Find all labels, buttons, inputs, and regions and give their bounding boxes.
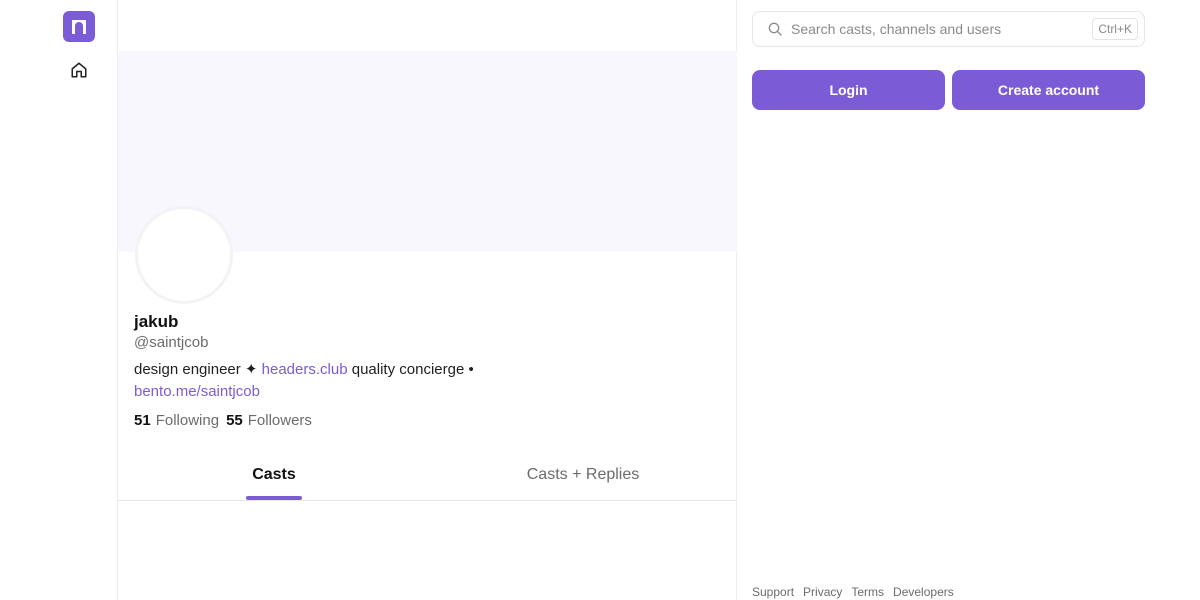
profile-column: jakub @saintjcob design engineer ✦ heade… xyxy=(117,0,737,600)
footer-link-developers[interactable]: Developers xyxy=(893,585,954,599)
footer-link-terms[interactable]: Terms xyxy=(851,585,884,599)
tab-casts-label: Casts xyxy=(252,466,296,483)
profile-tabs: Casts Casts + Replies xyxy=(118,450,737,501)
profile-bio: design engineer ✦ headers.club quality c… xyxy=(134,359,534,403)
followers-label: Followers xyxy=(247,412,312,429)
home-icon[interactable] xyxy=(69,60,89,80)
bio-link-headers-club[interactable]: headers.club xyxy=(262,361,348,378)
avatar[interactable] xyxy=(135,206,233,304)
following-stat[interactable]: 51 Following xyxy=(134,412,219,429)
login-button[interactable]: Login xyxy=(752,70,945,110)
profile-stats: 51 Following 55 Followers xyxy=(134,412,312,429)
top-bar xyxy=(118,0,736,51)
create-account-button[interactable]: Create account xyxy=(952,70,1145,110)
profile-name: jakub xyxy=(134,312,179,331)
search-box[interactable]: Ctrl+K xyxy=(752,11,1145,47)
bio-text-prefix: design engineer ✦ xyxy=(134,361,262,378)
footer-links: Support Privacy Terms Developers xyxy=(752,585,954,599)
tab-casts[interactable]: Casts xyxy=(246,450,302,500)
search-shortcut-badge: Ctrl+K xyxy=(1092,18,1138,40)
following-count: 51 xyxy=(134,412,151,429)
footer-link-privacy[interactable]: Privacy xyxy=(803,585,842,599)
footer-link-support[interactable]: Support xyxy=(752,585,794,599)
search-icon xyxy=(768,22,782,36)
bio-text-middle: quality concierge • xyxy=(347,361,474,378)
bio-link-bento[interactable]: bento.me/saintjcob xyxy=(134,383,260,400)
search-input[interactable] xyxy=(791,18,1091,40)
following-label: Following xyxy=(155,412,220,429)
farcaster-logo-icon[interactable] xyxy=(63,11,95,42)
tab-casts-replies-label: Casts + Replies xyxy=(526,466,640,483)
tab-casts-replies[interactable]: Casts + Replies xyxy=(518,450,648,500)
profile-handle: @saintjcob xyxy=(134,334,209,351)
active-tab-indicator xyxy=(246,496,302,500)
followers-count: 55 xyxy=(226,412,243,429)
followers-stat[interactable]: 55 Followers xyxy=(226,412,312,429)
left-rail xyxy=(0,0,117,600)
right-sidebar: Ctrl+K Login Create account Support Priv… xyxy=(752,0,1145,600)
